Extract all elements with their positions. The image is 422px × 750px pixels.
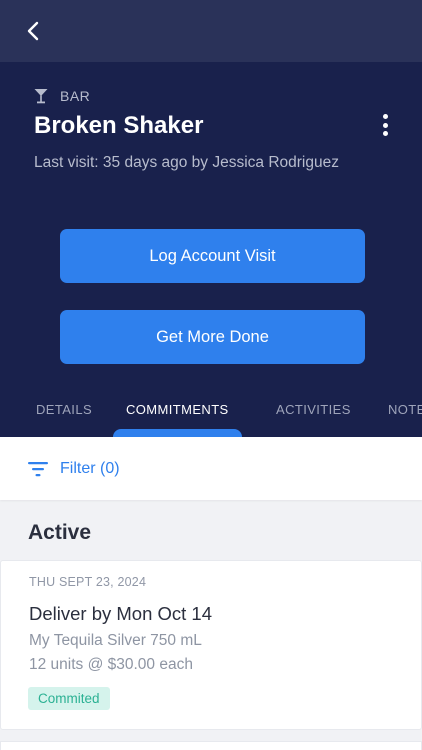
- account-type-label: BAR: [60, 88, 91, 104]
- account-name: Broken Shaker: [34, 112, 204, 139]
- chevron-left-icon: [27, 21, 39, 41]
- next-commitment-card[interactable]: [0, 741, 422, 750]
- tab-activities[interactable]: ACTIVITIES: [276, 402, 351, 417]
- kebab-menu-icon: [382, 114, 388, 119]
- active-tab-indicator: [113, 429, 242, 437]
- account-type: BAR: [34, 88, 90, 104]
- tab-commitments[interactable]: COMMITMENTS: [126, 402, 229, 417]
- commitment-quantity: 12 units @ $30.00 each: [29, 656, 193, 673]
- log-account-visit-button[interactable]: Log Account Visit: [60, 229, 365, 283]
- back-button[interactable]: [18, 14, 48, 48]
- commitment-title: Deliver by Mon Oct 14: [29, 603, 213, 624]
- commitment-card[interactable]: THU SEPT 23, 2024 Deliver by Mon Oct 14 …: [0, 560, 422, 730]
- commitment-date: THU SEPT 23, 2024: [29, 575, 147, 589]
- filter-label: Filter (0): [60, 459, 120, 477]
- cocktail-glass-icon: [34, 89, 48, 104]
- section-title-active: Active: [28, 521, 92, 544]
- get-more-done-button[interactable]: Get More Done: [60, 310, 365, 364]
- tab-notes[interactable]: NOTES: [388, 402, 422, 417]
- top-app-bar: [0, 0, 422, 62]
- account-header: BAR Broken Shaker Last visit: 35 days ag…: [0, 62, 422, 437]
- more-options-button[interactable]: [374, 112, 396, 138]
- status-badge: Commited: [28, 687, 110, 710]
- tab-details[interactable]: DETAILS: [36, 402, 92, 417]
- last-visit-text: Last visit: 35 days ago by Jessica Rodri…: [34, 154, 339, 171]
- filter-icon: [28, 461, 48, 476]
- commitment-product: My Tequila Silver 750 mL: [29, 632, 202, 649]
- filter-button[interactable]: Filter (0): [0, 437, 422, 500]
